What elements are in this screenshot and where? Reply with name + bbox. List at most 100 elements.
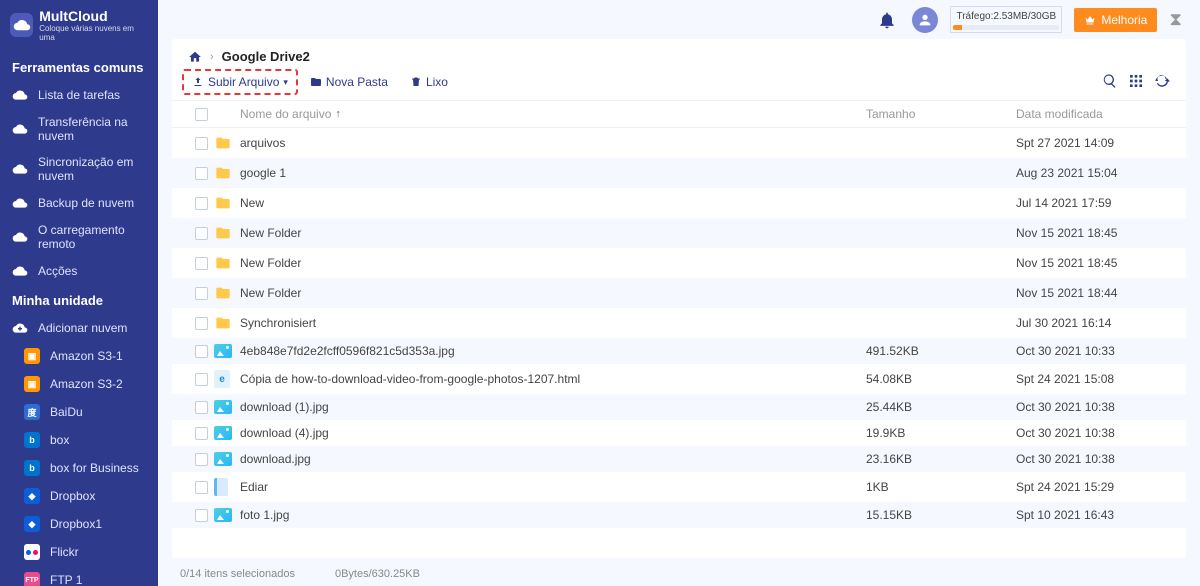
- sort-asc-icon[interactable]: ↑: [335, 108, 341, 120]
- row-checkbox[interactable]: [195, 427, 208, 440]
- sidebar: MultCloud Coloque várias nuvens em uma F…: [0, 0, 158, 586]
- table-row[interactable]: download (4).jpg19.9KBOct 30 2021 10:38: [172, 420, 1186, 446]
- table-row[interactable]: New FolderNov 15 2021 18:45: [172, 248, 1186, 278]
- row-checkbox[interactable]: [195, 167, 208, 180]
- cloud-back-icon: [12, 195, 28, 211]
- table-row[interactable]: NewJul 14 2021 17:59: [172, 188, 1186, 218]
- cloud-sync-icon: [12, 161, 28, 177]
- grid-view-icon[interactable]: [1128, 73, 1144, 92]
- traffic-text: Tráfego:2.53MB/30GB: [953, 9, 1059, 25]
- table-row[interactable]: 4eb848e7fd2e2fcff0596f821c5d353a.jpg491.…: [172, 338, 1186, 364]
- list-icon: [12, 87, 28, 103]
- table-row[interactable]: New FolderNov 15 2021 18:44: [172, 278, 1186, 308]
- sidebar-tool-3[interactable]: Backup de nuvem: [0, 189, 158, 217]
- breadcrumb-current[interactable]: Google Drive2: [222, 49, 310, 64]
- sidebar-drive-box-for-business[interactable]: bbox for Business: [12, 454, 158, 482]
- sidebar-drive-amazon-s3-1[interactable]: ▣Amazon S3-1: [12, 342, 158, 370]
- table-row[interactable]: Ediar1KBSpt 24 2021 15:29: [172, 472, 1186, 502]
- box-icon: b: [24, 432, 40, 448]
- table-row[interactable]: google 1Aug 23 2021 15:04: [172, 158, 1186, 188]
- sidebar-item-label: Lista de tarefas: [38, 88, 120, 102]
- file-name: New Folder: [240, 226, 301, 240]
- table-row[interactable]: foto 1.jpg15.15KBSpt 10 2021 16:43: [172, 502, 1186, 528]
- row-checkbox[interactable]: [195, 287, 208, 300]
- sidebar-item-label: box: [50, 433, 69, 447]
- row-checkbox[interactable]: [195, 481, 208, 494]
- row-checkbox[interactable]: [195, 401, 208, 414]
- file-size: 15.15KB: [866, 508, 912, 522]
- sidebar-drive-dropbox1[interactable]: ◆Dropbox1: [12, 510, 158, 538]
- sidebar-tool-0[interactable]: Lista de tarefas: [0, 81, 158, 109]
- avatar-icon: [912, 7, 938, 33]
- file-list[interactable]: arquivosSpt 27 2021 14:09google 1Aug 23 …: [172, 128, 1186, 558]
- file-date: Spt 24 2021 15:29: [1016, 480, 1114, 494]
- sidebar-item-label: Transferência na nuvem: [38, 115, 146, 143]
- sidebar-drive-flickr[interactable]: Flickr: [12, 538, 158, 566]
- file-date: Nov 15 2021 18:44: [1016, 286, 1117, 300]
- bell-icon[interactable]: [874, 7, 900, 33]
- image-icon: [214, 344, 232, 358]
- file-date: Jul 14 2021 17:59: [1016, 196, 1111, 210]
- file-date: Spt 27 2021 14:09: [1016, 136, 1114, 150]
- s3-icon: ▣: [24, 348, 40, 364]
- new-folder-button[interactable]: Nova Pasta: [306, 72, 392, 92]
- home-icon[interactable]: [188, 50, 202, 64]
- file-date: Oct 30 2021 10:38: [1016, 400, 1115, 414]
- table-row[interactable]: Cópia de how-to-download-video-from-goog…: [172, 364, 1186, 394]
- content-card: › Google Drive2 Subir Arquivo ▾ Nova Pas…: [172, 39, 1186, 558]
- select-all-checkbox[interactable]: [195, 108, 208, 121]
- row-checkbox[interactable]: [195, 137, 208, 150]
- sidebar-drive-dropbox[interactable]: ◆Dropbox: [12, 482, 158, 510]
- sidebar-tool-4[interactable]: O carregamento remoto: [0, 217, 158, 257]
- sidebar-item-label: Acções: [38, 264, 77, 278]
- trash-button[interactable]: Lixo: [406, 72, 452, 92]
- search-icon[interactable]: [1102, 73, 1118, 92]
- sidebar-drive-amazon-s3-2[interactable]: ▣Amazon S3-2: [12, 370, 158, 398]
- table-row[interactable]: download.jpg23.16KBOct 30 2021 10:38: [172, 446, 1186, 472]
- file-size: 1KB: [866, 480, 889, 494]
- toolbar: Subir Arquivo ▾ Nova Pasta Lixo: [172, 68, 1186, 100]
- upgrade-label: Melhoria: [1101, 13, 1147, 27]
- brand-logo[interactable]: MultCloud Coloque várias nuvens em uma: [0, 0, 158, 52]
- col-size-label[interactable]: Tamanho: [866, 107, 915, 121]
- table-header: Nome do arquivo ↑ Tamanho Data modificad…: [172, 100, 1186, 128]
- row-checkbox[interactable]: [195, 453, 208, 466]
- row-checkbox[interactable]: [195, 317, 208, 330]
- sidebar-tool-5[interactable]: Acções: [0, 257, 158, 285]
- row-checkbox[interactable]: [195, 227, 208, 240]
- sidebar-drive-box[interactable]: bbox: [12, 426, 158, 454]
- sidebar-tool-1[interactable]: Transferência na nuvem: [0, 109, 158, 149]
- sidebar-item-label: BaiDu: [50, 405, 83, 419]
- row-checkbox[interactable]: [195, 257, 208, 270]
- col-name-label[interactable]: Nome do arquivo: [240, 107, 331, 121]
- refresh-icon[interactable]: [1154, 73, 1170, 92]
- cloud-dots-icon: [12, 263, 28, 279]
- new-folder-label: Nova Pasta: [326, 75, 388, 89]
- col-date-label[interactable]: Data modificada: [1016, 107, 1103, 121]
- sidebar-drive-ftp-1[interactable]: FTPFTP 1: [12, 566, 158, 586]
- table-row[interactable]: arquivosSpt 27 2021 14:09: [172, 128, 1186, 158]
- sidebar-item-label: Adicionar nuvem: [38, 321, 127, 335]
- brand-name: MultCloud: [39, 8, 148, 24]
- row-checkbox[interactable]: [195, 373, 208, 386]
- table-row[interactable]: New Folder Nov 15 2021 18:45: [172, 218, 1186, 248]
- dropbox-icon: ◆: [24, 488, 40, 504]
- chevron-right-icon: ›: [210, 51, 214, 63]
- table-row[interactable]: download (1).jpg25.44KBOct 30 2021 10:38: [172, 394, 1186, 420]
- file-name: foto 1.jpg: [240, 508, 289, 522]
- upgrade-button[interactable]: Melhoria: [1074, 8, 1157, 32]
- row-checkbox[interactable]: [195, 345, 208, 358]
- file-date: Spt 24 2021 15:08: [1016, 372, 1114, 386]
- upload-button[interactable]: Subir Arquivo ▾: [188, 72, 292, 92]
- sidebar-drive-baidu[interactable]: 度BaiDu: [12, 398, 158, 426]
- row-checkbox[interactable]: [195, 509, 208, 522]
- hourglass-icon[interactable]: ⧗: [1169, 9, 1182, 30]
- user-menu[interactable]: [912, 7, 938, 33]
- row-checkbox[interactable]: [195, 197, 208, 210]
- sidebar-tool-2[interactable]: Sincronização em nuvem: [0, 149, 158, 189]
- file-date: Nov 15 2021 18:45: [1016, 226, 1117, 240]
- file-name: download.jpg: [240, 452, 311, 466]
- file-size: 491.52KB: [866, 344, 919, 358]
- sidebar-add-cloud[interactable]: Adicionar nuvem: [0, 314, 158, 342]
- table-row[interactable]: SynchronisiertJul 30 2021 16:14: [172, 308, 1186, 338]
